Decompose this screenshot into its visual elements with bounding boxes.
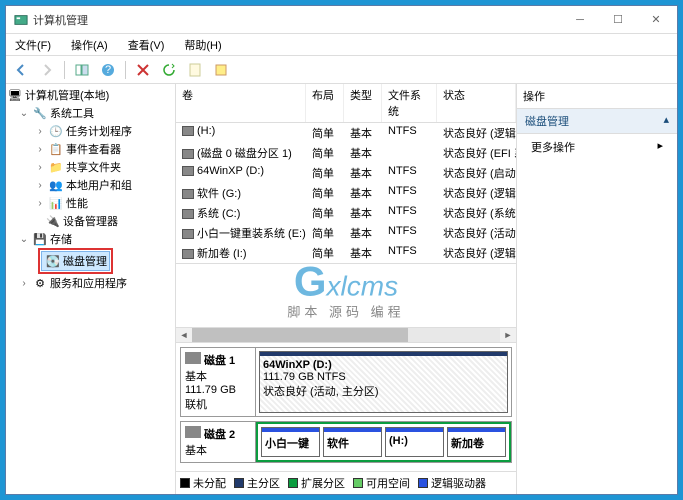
- scroll-right-icon[interactable]: ►: [500, 330, 516, 340]
- disk-2-label: 磁盘 2 基本: [181, 422, 256, 462]
- back-button[interactable]: [10, 59, 32, 81]
- col-status[interactable]: 状态: [437, 84, 516, 122]
- tree-services[interactable]: 服务和应用程序: [50, 275, 127, 291]
- volume-row[interactable]: (磁盘 0 磁盘分区 1)简单基本状态良好 (EFI 系统: [176, 143, 516, 163]
- expand-icon[interactable]: ›: [34, 144, 46, 155]
- legend-swatch-extended: [288, 478, 298, 488]
- legend: 未分配 主分区 扩展分区 可用空间 逻辑驱动器: [176, 471, 516, 494]
- event-icon: 📋: [49, 142, 63, 156]
- expand-icon[interactable]: ›: [34, 126, 46, 137]
- col-type[interactable]: 类型: [344, 84, 382, 122]
- actions-more[interactable]: 更多操作▸: [517, 134, 677, 160]
- disk-2-row[interactable]: 磁盘 2 基本 小白一键软件(H:)新加卷: [180, 421, 512, 463]
- menu-file[interactable]: 文件(F): [11, 35, 55, 55]
- computer-icon: 🖥: [8, 88, 22, 102]
- partition[interactable]: 小白一键: [261, 427, 320, 457]
- folder-icon: 📁: [49, 160, 63, 174]
- disk-graphical-view: 磁盘 1 基本 111.79 GB 联机 64WinXP (D:) 111.79…: [176, 343, 516, 471]
- partition-d[interactable]: 64WinXP (D:) 111.79 GB NTFS 状态良好 (活动, 主分…: [259, 351, 508, 413]
- disk-1-row[interactable]: 磁盘 1 基本 111.79 GB 联机 64WinXP (D:) 111.79…: [180, 347, 512, 417]
- tree-system-tools[interactable]: 系统工具: [50, 105, 94, 121]
- perf-icon: 📊: [49, 196, 63, 210]
- collapse-arrow-icon: ▴: [663, 113, 669, 129]
- partition[interactable]: 软件: [323, 427, 382, 457]
- options-icon[interactable]: [210, 59, 232, 81]
- collapse-icon[interactable]: ⌄: [18, 108, 30, 119]
- forward-button[interactable]: [36, 59, 58, 81]
- legend-swatch-free: [353, 478, 363, 488]
- maximize-button[interactable]: ☐: [599, 7, 637, 33]
- help-icon[interactable]: ?: [97, 59, 119, 81]
- col-layout[interactable]: 布局: [306, 84, 344, 122]
- main-pane: 卷 布局 类型 文件系统 状态 (H:)简单基本NTFS状态良好 (逻辑驱(磁盘…: [176, 84, 517, 494]
- legend-swatch-primary: [234, 478, 244, 488]
- tree-event-viewer[interactable]: 事件查看器: [66, 141, 121, 157]
- clock-icon: 🕒: [49, 124, 63, 138]
- close-button[interactable]: ✕: [637, 7, 675, 33]
- computer-management-window: 计算机管理 ─ ☐ ✕ 文件(F) 操作(A) 查看(V) 帮助(H) ? 🖥计…: [5, 5, 678, 495]
- refresh-icon[interactable]: [158, 59, 180, 81]
- app-icon: [14, 13, 28, 27]
- volume-row[interactable]: 64WinXP (D:)简单基本NTFS状态良好 (启动, 页: [176, 163, 516, 183]
- scroll-left-icon[interactable]: ◄: [176, 330, 192, 340]
- svg-text:?: ?: [105, 64, 111, 76]
- menu-view[interactable]: 查看(V): [124, 35, 169, 55]
- actions-section[interactable]: 磁盘管理▴: [517, 109, 677, 134]
- col-filesystem[interactable]: 文件系统: [382, 84, 437, 122]
- legend-swatch-unalloc: [180, 478, 190, 488]
- watermark-area: Gxlcms 脚本 源码 编程: [176, 264, 516, 327]
- partition[interactable]: 新加卷: [447, 427, 506, 457]
- legend-swatch-logical: [418, 478, 428, 488]
- disk-icon: [185, 426, 201, 438]
- storage-icon: 💾: [33, 232, 47, 246]
- volume-row[interactable]: (H:)简单基本NTFS状态良好 (逻辑驱: [176, 123, 516, 143]
- disk-icon: 💽: [46, 254, 60, 268]
- volume-row[interactable]: 软件 (G:)简单基本NTFS状态良好 (逻辑驱: [176, 183, 516, 203]
- tree-device-manager[interactable]: 设备管理器: [63, 213, 118, 229]
- tree-disk-management[interactable]: 磁盘管理: [63, 253, 107, 269]
- tree-local-users[interactable]: 本地用户和组: [66, 177, 132, 193]
- expand-icon[interactable]: ›: [34, 162, 46, 173]
- properties-icon[interactable]: [184, 59, 206, 81]
- tree-shared-folders[interactable]: 共享文件夹: [66, 159, 121, 175]
- expand-icon[interactable]: ›: [18, 278, 30, 289]
- submenu-arrow-icon: ▸: [657, 139, 663, 155]
- menu-help[interactable]: 帮助(H): [180, 35, 225, 55]
- actions-title: 操作: [517, 84, 677, 109]
- device-icon: 🔌: [46, 214, 60, 228]
- users-icon: 👥: [49, 178, 63, 192]
- expand-icon[interactable]: ›: [34, 198, 46, 209]
- watermark-subtitle: 脚本 源码 编程: [287, 302, 404, 321]
- expand-icon[interactable]: ›: [34, 180, 46, 191]
- volume-row[interactable]: 系统 (C:)简单基本NTFS状态良好 (系统, 活: [176, 203, 516, 223]
- minimize-button[interactable]: ─: [561, 7, 599, 33]
- volume-header: 卷 布局 类型 文件系统 状态: [176, 84, 516, 123]
- disk-1-label: 磁盘 1 基本 111.79 GB 联机: [181, 348, 256, 416]
- partition[interactable]: (H:): [385, 427, 444, 457]
- volume-list[interactable]: 卷 布局 类型 文件系统 状态 (H:)简单基本NTFS状态良好 (逻辑驱(磁盘…: [176, 84, 516, 264]
- navigation-tree[interactable]: 🖥计算机管理(本地) ⌄🔧系统工具 ›🕒任务计划程序 ›📋事件查看器 ›📁共享文…: [6, 84, 176, 494]
- tree-root[interactable]: 计算机管理(本地): [25, 87, 109, 103]
- tools-icon: 🔧: [33, 106, 47, 120]
- toolbar: ?: [6, 56, 677, 84]
- delete-icon[interactable]: [132, 59, 154, 81]
- titlebar: 计算机管理 ─ ☐ ✕: [6, 6, 677, 34]
- services-icon: ⚙: [33, 276, 47, 290]
- volume-row[interactable]: 小白一键重装系统 (E:)简单基本NTFS状态良好 (活动, 主: [176, 223, 516, 243]
- collapse-icon[interactable]: ⌄: [18, 234, 30, 245]
- tree-task-scheduler[interactable]: 任务计划程序: [66, 123, 132, 139]
- disk-icon: [185, 352, 201, 364]
- col-volume[interactable]: 卷: [176, 84, 306, 122]
- horizontal-scrollbar[interactable]: ◄ ►: [176, 327, 516, 343]
- show-hide-icon[interactable]: [71, 59, 93, 81]
- tree-performance[interactable]: 性能: [66, 195, 88, 211]
- tree-storage[interactable]: 存储: [50, 231, 72, 247]
- window-title: 计算机管理: [33, 12, 561, 28]
- menu-action[interactable]: 操作(A): [67, 35, 112, 55]
- menubar: 文件(F) 操作(A) 查看(V) 帮助(H): [6, 34, 677, 56]
- scroll-thumb[interactable]: [192, 328, 408, 342]
- actions-pane: 操作 磁盘管理▴ 更多操作▸: [517, 84, 677, 494]
